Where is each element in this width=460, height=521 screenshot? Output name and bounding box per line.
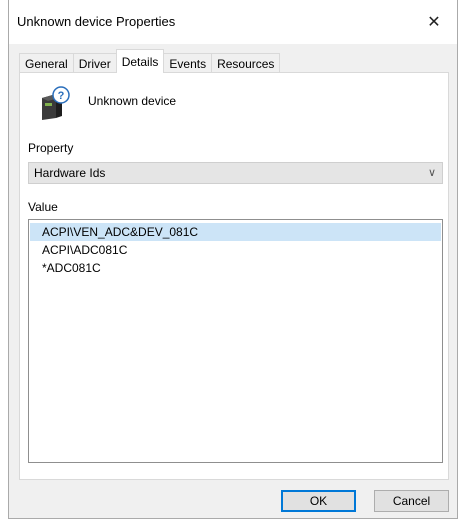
tab-general[interactable]: General xyxy=(19,53,74,73)
list-item[interactable]: ACPI\VEN_ADC&DEV_081C xyxy=(30,223,441,241)
value-listbox[interactable]: ACPI\VEN_ADC&DEV_081C ACPI\ADC081C *ADC0… xyxy=(28,219,443,463)
close-icon: ✕ xyxy=(427,14,441,31)
tab-strip: General Driver Details Events Resources xyxy=(19,49,281,73)
device-name: Unknown device xyxy=(88,94,177,108)
property-label: Property xyxy=(28,141,74,155)
ok-button[interactable]: OK xyxy=(281,490,356,512)
window-title: Unknown device Properties xyxy=(17,14,176,29)
list-item[interactable]: ACPI\ADC081C xyxy=(29,241,442,259)
tab-details[interactable]: Details xyxy=(115,49,165,73)
unknown-device-icon: ? xyxy=(42,86,70,120)
value-label: Value xyxy=(28,200,58,214)
tab-events[interactable]: Events xyxy=(163,53,213,73)
close-button[interactable]: ✕ xyxy=(411,2,457,42)
tab-resources[interactable]: Resources xyxy=(211,53,281,73)
property-select-value: Hardware Ids xyxy=(34,166,106,180)
tab-driver[interactable]: Driver xyxy=(72,53,117,73)
details-panel: ? Unknown device Property Hardware Ids ∨… xyxy=(19,72,449,480)
svg-text:?: ? xyxy=(58,90,65,102)
chevron-down-icon: ∨ xyxy=(427,167,436,179)
list-item[interactable]: *ADC081C xyxy=(29,259,442,277)
title-bar[interactable]: Unknown device Properties ✕ xyxy=(9,0,457,44)
cancel-button[interactable]: Cancel xyxy=(374,490,449,512)
properties-dialog: Unknown device Properties ✕ General Driv… xyxy=(8,0,458,519)
property-select[interactable]: Hardware Ids ∨ xyxy=(28,162,443,184)
